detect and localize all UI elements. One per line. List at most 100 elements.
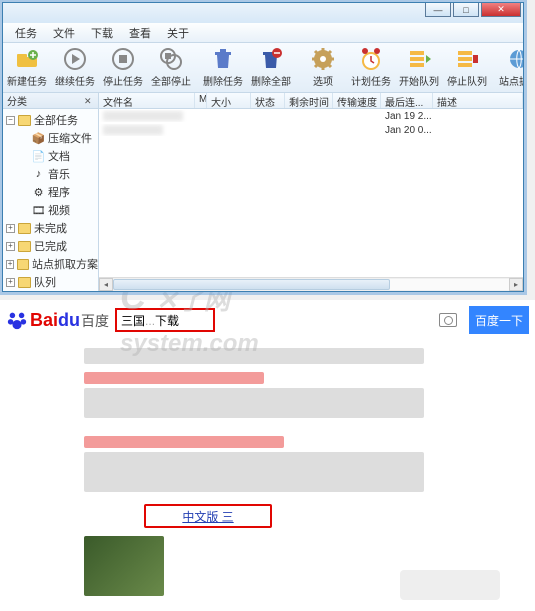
- col-last[interactable]: 最后连...: [381, 93, 433, 108]
- sidebar-title: 分类: [7, 93, 27, 108]
- col-remain[interactable]: 剩余时间: [285, 93, 333, 108]
- tree-apps[interactable]: ⚙程序: [3, 183, 98, 201]
- stop-task-button[interactable]: 停止任务: [99, 44, 147, 92]
- start-queue-button[interactable]: 开始队列: [395, 44, 443, 92]
- menu-download[interactable]: 下载: [83, 23, 121, 43]
- sidebar: 分类 ✕ − 全部任务 📦压缩文件 📄文档 ♪音乐 ⚙程序 🎞视频 +未完成 +已…: [3, 93, 99, 291]
- menu-file[interactable]: 文件: [45, 23, 83, 43]
- tool-label: 继续任务: [55, 73, 95, 88]
- menu-view[interactable]: 查看: [121, 23, 159, 43]
- table-row[interactable]: Jan 19 2...: [99, 109, 523, 123]
- camera-icon[interactable]: [439, 313, 457, 327]
- delete-icon: [211, 47, 235, 71]
- delete-task-button[interactable]: 删除任务: [199, 44, 247, 92]
- tree-video[interactable]: 🎞视频: [3, 201, 98, 219]
- baidu-paw-icon: [6, 309, 28, 331]
- new-task-button[interactable]: 新建任务: [3, 44, 51, 92]
- tree-label: 站点抓取方案: [32, 256, 98, 272]
- scroll-track[interactable]: [113, 279, 509, 290]
- baidu-search-button[interactable]: 百度一下: [469, 306, 529, 334]
- highlighted-link[interactable]: 中文版 三: [144, 504, 272, 528]
- expander-icon[interactable]: −: [6, 116, 15, 125]
- menubar: 任务 文件 下载 查看 关于: [3, 23, 523, 43]
- expander-icon[interactable]: +: [6, 224, 15, 233]
- resume-icon: [63, 47, 87, 71]
- tree-zip[interactable]: 📦压缩文件: [3, 129, 98, 147]
- scroll-right-icon[interactable]: ▸: [509, 278, 523, 291]
- zip-icon: 📦: [32, 133, 45, 144]
- tree-complete[interactable]: +已完成: [3, 237, 98, 255]
- tool-label: 站点抓取: [499, 73, 523, 88]
- scroll-thumb[interactable]: [113, 279, 390, 290]
- stop-all-button[interactable]: 全部停止: [147, 44, 195, 92]
- expander-icon[interactable]: +: [6, 260, 14, 269]
- menu-task[interactable]: 任务: [7, 23, 45, 43]
- blurred-content: [84, 348, 424, 364]
- tree-all-tasks[interactable]: − 全部任务: [3, 111, 98, 129]
- menu-about[interactable]: 关于: [159, 23, 197, 43]
- start-queue-icon: [407, 47, 431, 71]
- tree-label: 全部任务: [34, 112, 78, 128]
- delete-all-icon: [259, 47, 283, 71]
- col-m[interactable]: M: [195, 93, 207, 108]
- baidu-logo-cn: 百度: [81, 313, 109, 329]
- tool-label: 停止任务: [103, 73, 143, 88]
- table-row[interactable]: Jan 20 0...: [99, 123, 523, 137]
- blurred-content: [84, 372, 264, 384]
- col-filename[interactable]: 文件名: [99, 93, 195, 108]
- download-manager-window: — □ ✕ 任务 文件 下载 查看 关于 新建任务 继续任务 停止任务 全部停止: [2, 2, 524, 292]
- col-desc[interactable]: 描述: [433, 93, 523, 108]
- watermark: [400, 570, 500, 600]
- schedule-button[interactable]: 计划任务: [347, 44, 395, 92]
- stop-icon: [111, 47, 135, 71]
- scroll-left-icon[interactable]: ◂: [99, 278, 113, 291]
- list-header: 文件名 M 大小 状态 剩余时间 传输速度 最后连... 描述: [99, 93, 523, 109]
- folder-icon: [18, 223, 31, 234]
- folder-icon: [18, 115, 31, 126]
- tool-label: 选项: [313, 73, 333, 88]
- search-value: 三国: [121, 314, 145, 328]
- maximize-button[interactable]: □: [453, 3, 479, 17]
- tree-label: 队列: [34, 274, 56, 290]
- sidebar-header: 分类 ✕: [3, 93, 98, 109]
- tree-queue[interactable]: + 队列: [3, 273, 98, 291]
- horizontal-scrollbar[interactable]: ◂ ▸: [99, 277, 523, 291]
- col-status[interactable]: 状态: [251, 93, 285, 108]
- doc-icon: 📄: [32, 151, 45, 162]
- titlebar[interactable]: — □ ✕: [3, 3, 523, 23]
- minimize-button[interactable]: —: [425, 3, 451, 17]
- options-icon: [311, 47, 335, 71]
- tool-label: 删除任务: [203, 73, 243, 88]
- sidebar-close-icon[interactable]: ✕: [84, 96, 94, 106]
- folder-icon: [18, 241, 31, 252]
- blurred-content: [84, 436, 284, 448]
- music-icon: ♪: [32, 169, 45, 180]
- col-speed[interactable]: 传输速度: [333, 93, 381, 108]
- resume-task-button[interactable]: 继续任务: [51, 44, 99, 92]
- list-body[interactable]: Jan 19 2... Jan 20 0... ◂ ▸: [99, 109, 523, 291]
- expander-icon[interactable]: +: [6, 278, 15, 287]
- tree-music[interactable]: ♪音乐: [3, 165, 98, 183]
- app-icon: ⚙: [32, 187, 45, 198]
- baidu-search-input[interactable]: 三国...下载: [115, 308, 215, 332]
- tree-incomplete[interactable]: +未完成: [3, 219, 98, 237]
- category-tree: − 全部任务 📦压缩文件 📄文档 ♪音乐 ⚙程序 🎞视频 +未完成 +已完成 + 站…: [3, 109, 98, 291]
- toolbar: 新建任务 继续任务 停止任务 全部停止 删除任务 删除全部 选项: [3, 43, 523, 93]
- col-size[interactable]: 大小: [207, 93, 251, 108]
- tree-site-grab[interactable]: + 站点抓取方案: [3, 255, 98, 273]
- close-button[interactable]: ✕: [481, 3, 521, 17]
- stop-queue-button[interactable]: 停止队列: [443, 44, 491, 92]
- options-button[interactable]: 选项: [299, 44, 347, 92]
- folder-icon: [18, 277, 31, 288]
- video-icon: 🎞: [32, 205, 45, 216]
- tree-docs[interactable]: 📄文档: [3, 147, 98, 165]
- tool-label: 开始队列: [399, 73, 439, 88]
- tree-label: 文档: [48, 148, 70, 164]
- tree-label: 音乐: [48, 166, 70, 182]
- tool-label: 全部停止: [151, 73, 191, 88]
- delete-all-button[interactable]: 删除全部: [247, 44, 295, 92]
- tree-label: 程序: [48, 184, 70, 200]
- expander-icon[interactable]: +: [6, 242, 15, 251]
- stop-queue-icon: [455, 47, 479, 71]
- site-grab-button[interactable]: 站点抓取: [495, 44, 523, 92]
